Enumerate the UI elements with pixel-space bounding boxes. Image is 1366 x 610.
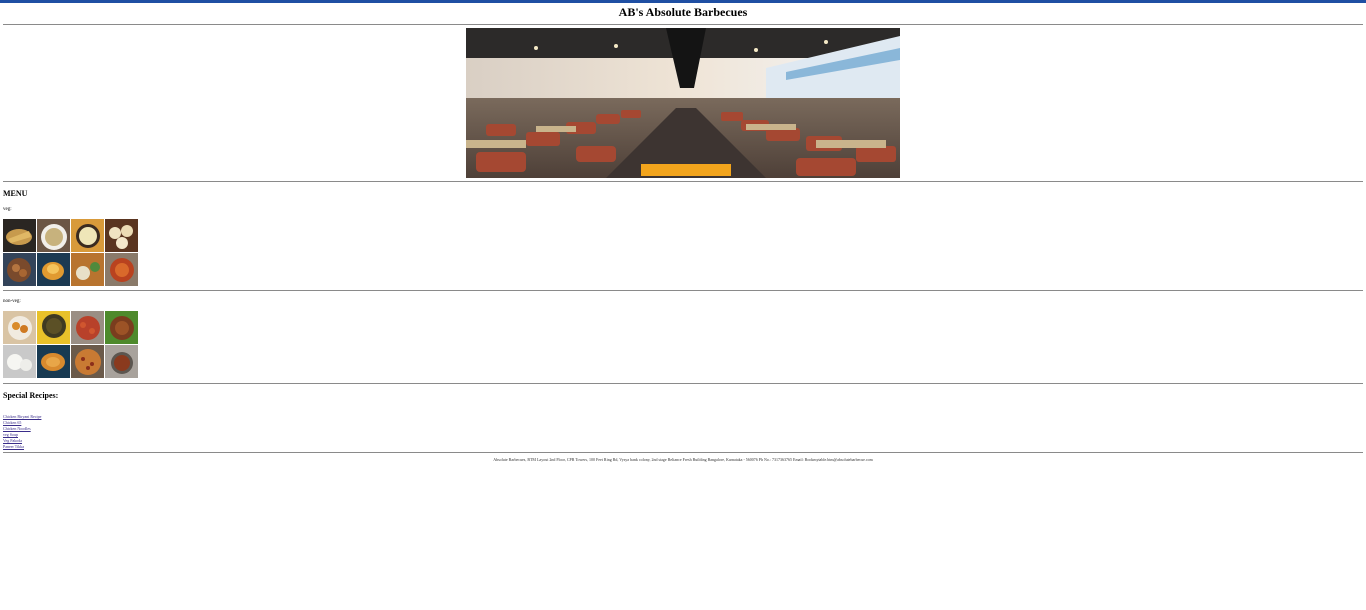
- nonveg-dish-image: [3, 345, 36, 378]
- veg-dish-image: [105, 219, 138, 252]
- veg-dish-image: [3, 219, 36, 252]
- nonveg-dish-image: [71, 311, 104, 344]
- nonveg-dish-image: [71, 345, 104, 378]
- nonveg-label: non-veg:: [3, 299, 21, 304]
- special-recipes-list: Chicken Biryani Recipe Chicken 65 Chicke…: [3, 414, 41, 450]
- nonveg-dish-image: [37, 311, 70, 344]
- restaurant-interior-image: [466, 28, 900, 178]
- veg-dish-image: [37, 219, 70, 252]
- divider: [3, 181, 1363, 182]
- veg-dish-image: [37, 253, 70, 286]
- divider: [3, 24, 1363, 25]
- veg-dish-image: [3, 253, 36, 286]
- veg-dish-grid: [3, 219, 141, 286]
- footer-contact-info: Absolute Barbecues, BTM Layout 2nd Floor…: [493, 457, 873, 462]
- nonveg-dish-image: [105, 345, 138, 378]
- nonveg-dish-image: [105, 311, 138, 344]
- recipe-link[interactable]: Paneer Tikka: [3, 444, 41, 450]
- menu-heading: MENU: [3, 189, 28, 198]
- top-accent-bar: [0, 0, 1366, 3]
- divider: [3, 383, 1363, 384]
- special-recipes-heading: Special Recipes:: [3, 391, 59, 400]
- nonveg-dish-image: [37, 345, 70, 378]
- divider: [3, 452, 1363, 453]
- divider: [3, 290, 1363, 291]
- veg-dish-image: [105, 253, 138, 286]
- page-title: AB's Absolute Barbecues: [618, 5, 748, 19]
- veg-dish-image: [71, 219, 104, 252]
- veg-label: veg:: [3, 207, 12, 212]
- veg-dish-image: [71, 253, 104, 286]
- nonveg-dish-image: [3, 311, 36, 344]
- nonveg-dish-grid: [3, 311, 141, 378]
